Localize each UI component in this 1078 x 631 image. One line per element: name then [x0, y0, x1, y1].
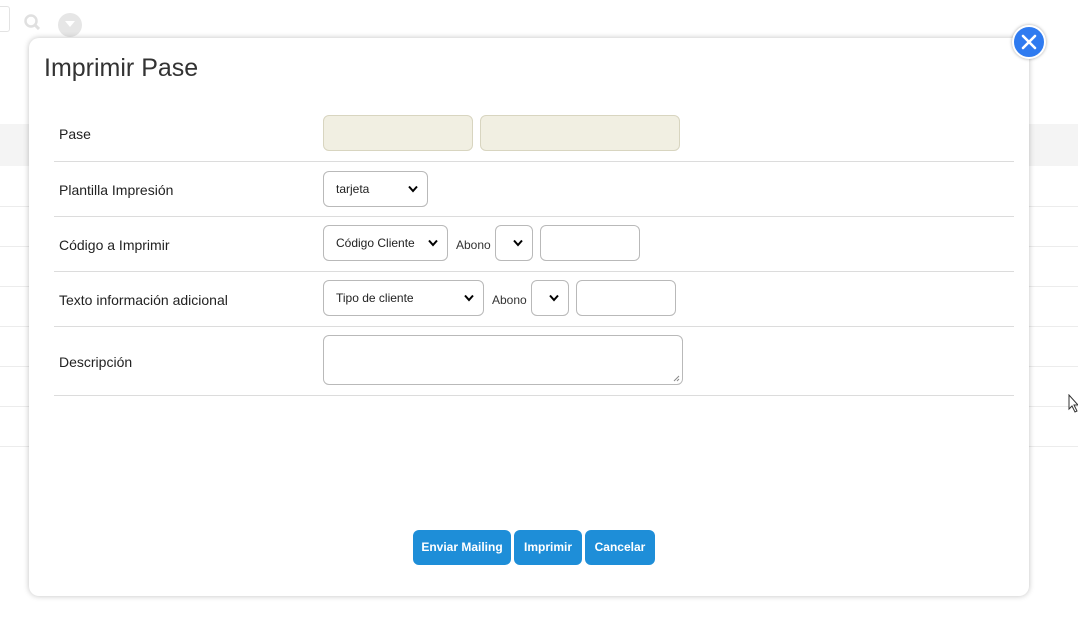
- codigo-abono-select[interactable]: [495, 225, 533, 261]
- plantilla-label: Plantilla Impresión: [59, 182, 174, 198]
- dialog-title: Imprimir Pase: [44, 54, 199, 82]
- form-row-pase: Pase: [54, 106, 1014, 162]
- codigo-abono-label: Abono: [456, 238, 491, 252]
- dropdown-circle-icon: [58, 13, 82, 37]
- codigo-text-input[interactable]: [540, 225, 640, 261]
- background-field: [0, 6, 10, 32]
- texto-abono-label: Abono: [492, 293, 527, 307]
- texto-select-value: Tipo de cliente: [336, 291, 414, 305]
- descripcion-textarea[interactable]: [323, 335, 683, 385]
- mouse-cursor-icon: [1068, 394, 1078, 413]
- print-pass-dialog: Imprimir Pase Pase Plantilla Impresión t…: [29, 38, 1029, 596]
- pase-label: Pase: [59, 126, 91, 142]
- chevron-down-icon: [408, 185, 418, 193]
- search-icon: [24, 14, 40, 30]
- texto-select[interactable]: Tipo de cliente: [323, 280, 484, 316]
- form-row-texto: Texto información adicional Tipo de clie…: [54, 272, 1014, 327]
- plantilla-select[interactable]: tarjeta: [323, 171, 428, 207]
- resize-grip-icon[interactable]: [673, 375, 680, 382]
- chevron-down-icon: [549, 294, 559, 302]
- chevron-down-icon: [513, 239, 523, 247]
- pase-name-field[interactable]: [480, 115, 680, 151]
- background-toolbar: [0, 6, 120, 37]
- texto-abono-select[interactable]: [531, 280, 569, 316]
- texto-text-input[interactable]: [576, 280, 676, 316]
- plantilla-select-value: tarjeta: [336, 182, 370, 196]
- form-row-plantilla: Plantilla Impresión tarjeta: [54, 162, 1014, 217]
- chevron-down-icon: [428, 239, 438, 247]
- form-row-descripcion: Descripción: [54, 327, 1014, 396]
- pase-code-field[interactable]: [323, 115, 473, 151]
- send-mailing-button[interactable]: Enviar Mailing: [413, 530, 511, 565]
- close-icon: [1021, 34, 1037, 50]
- descripcion-label: Descripción: [59, 354, 133, 370]
- codigo-select-value: Código Cliente: [336, 236, 415, 250]
- codigo-label: Código a Imprimir: [59, 237, 170, 253]
- codigo-select[interactable]: Código Cliente: [323, 225, 448, 261]
- close-dialog-button[interactable]: [1012, 25, 1046, 59]
- texto-label: Texto información adicional: [59, 292, 228, 308]
- chevron-down-icon: [464, 294, 474, 302]
- cancel-button[interactable]: Cancelar: [585, 530, 655, 565]
- print-button[interactable]: Imprimir: [514, 530, 582, 565]
- form-row-codigo: Código a Imprimir Código Cliente Abono: [54, 217, 1014, 272]
